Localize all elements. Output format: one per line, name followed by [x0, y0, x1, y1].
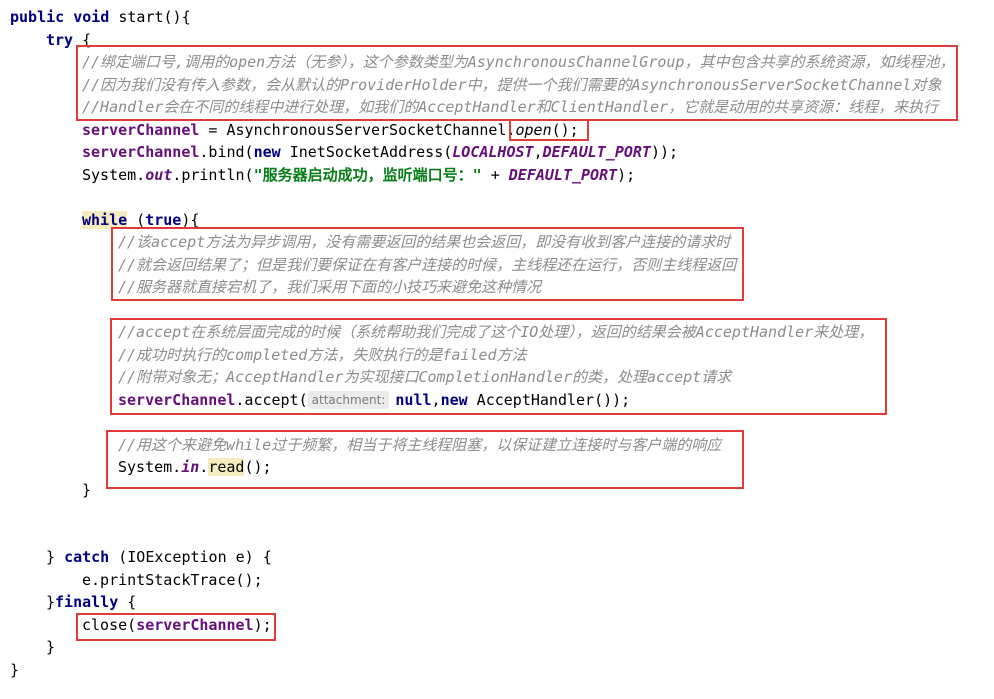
comment-line: //因为我们没有传入参数，会从默认的ProviderHolder中，提供一个我们… [82, 76, 942, 94]
code-line-25: } catch (IOException e) { [46, 548, 272, 566]
code-line-28: close(serverChannel); [82, 616, 272, 634]
comment-line: //Handler会在不同的线程中进行处理，如我们的AcceptHandler和… [82, 98, 939, 116]
comment-line: //成功时执行的completed方法，失败执行的是failed方法 [118, 346, 527, 364]
code-line-1: public void start(){ [10, 8, 191, 26]
parameter-hint: attachment: [307, 391, 390, 409]
code-line-22: } [82, 481, 92, 499]
code-line-2: try { [46, 31, 92, 49]
code-line-18: serverChannel.accept(attachment: null,new… [118, 391, 631, 409]
code-line-29: } [46, 638, 56, 656]
code-line-7: serverChannel.bind(new InetSocketAddress… [82, 143, 679, 161]
comment-line: //附带对象无；AcceptHandler为实现接口CompletionHand… [118, 368, 732, 386]
code-line-26: e.printStackTrace(); [82, 571, 263, 589]
comment-line: //就会返回结果了；但是我们要保证在有客户连接的时候，主线程还在运行，否则主线程… [118, 256, 737, 274]
code-line-21: System.in.read(); [118, 458, 272, 476]
code-line-6: serverChannel = AsynchronousServerSocket… [82, 121, 579, 139]
code-line-30: } [10, 661, 20, 679]
code-line-8: System.out.println("服务器启动成功，监听端口号：" + DE… [82, 166, 636, 184]
comment-line: //accept在系统层面完成的时候（系统帮助我们完成了这个IO处理），返回的结… [118, 323, 874, 341]
comment-line: //绑定端口号,调用的open方法（无参），这个参数类型为Asynchronou… [82, 53, 955, 71]
comment-line: //服务器就直接宕机了，我们采用下面的小技巧来避免这种情况 [118, 278, 542, 296]
comment-line: //用这个来避免while过于频繁，相当于将主线程阻塞，以保证建立连接时与客户端… [118, 436, 722, 454]
code-line-10: while (true){ [82, 211, 200, 229]
code-line-27: }finally { [46, 593, 137, 611]
comment-line: //该accept方法为异步调用，没有需要返回的结果也会返回，即没有收到客户连接… [118, 233, 731, 251]
